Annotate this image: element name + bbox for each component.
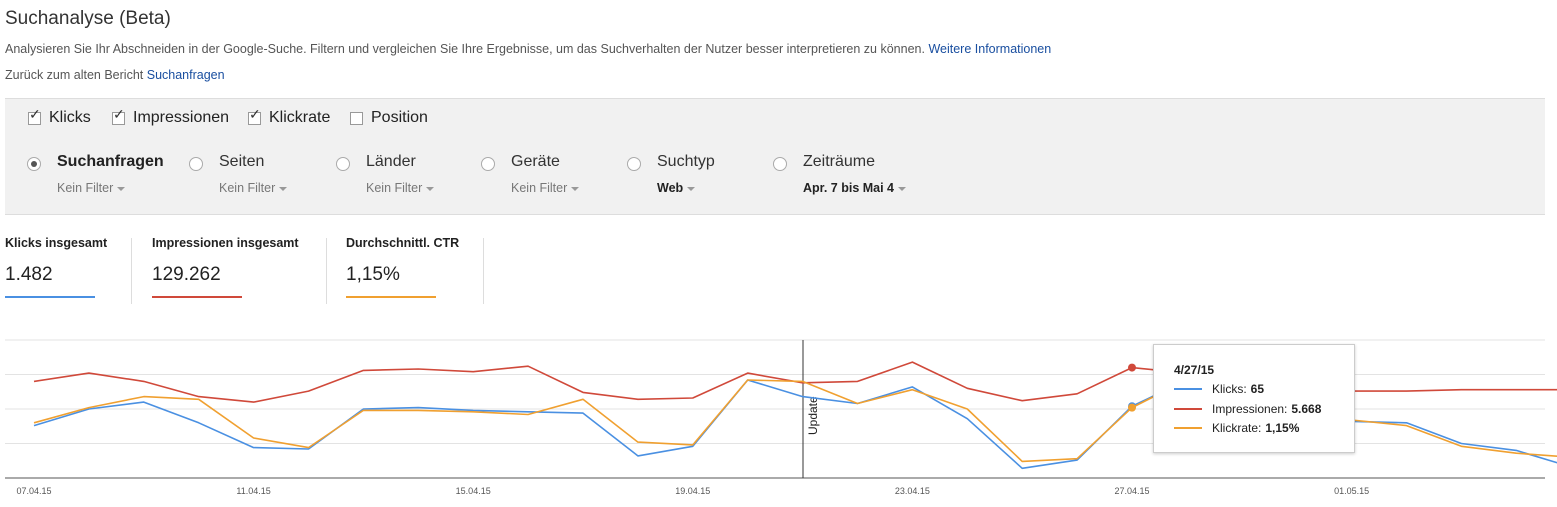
filter-dropdown[interactable]: Apr. 7 bis Mai 4	[803, 181, 907, 195]
checkbox-icon[interactable]: ✓	[248, 107, 261, 125]
filter-value: Kein Filter	[57, 181, 114, 195]
page-description: Analysieren Sie Ihr Abschneiden in der G…	[5, 42, 1051, 56]
x-tick-label: 15.04.15	[456, 486, 491, 496]
tooltip-series-value: 65	[1250, 382, 1265, 396]
annotation-label: Update	[806, 396, 820, 435]
radio-icon[interactable]	[773, 157, 787, 171]
filter-dropdown[interactable]: Kein Filter	[366, 181, 435, 195]
filter-dropdown[interactable]: Kein Filter	[219, 181, 288, 195]
metric-label: Impressionen insgesamt	[152, 236, 299, 250]
filter-value: Kein Filter	[366, 181, 423, 195]
caret-down-icon	[571, 186, 580, 191]
description-text: Analysieren Sie Ihr Abschneiden in der G…	[5, 42, 925, 56]
tooltip-date: 4/27/15	[1174, 363, 1215, 377]
tooltip-series-name: Klicks:	[1212, 382, 1247, 396]
dimension-label: Seiten	[219, 153, 265, 170]
dimension-label: Länder	[366, 153, 416, 170]
radio-icon[interactable]	[27, 157, 41, 171]
caret-down-icon	[426, 186, 435, 191]
legend-swatch	[1174, 388, 1202, 390]
checkbox-position[interactable]: Position	[350, 109, 428, 127]
tooltip-series-value: 1,15%	[1265, 421, 1300, 435]
tooltip-series-value: 5.668	[1291, 402, 1322, 416]
radio-icon[interactable]	[189, 157, 203, 171]
checkbox-impressionen[interactable]: ✓ Impressionen	[112, 107, 230, 127]
checkbox-icon[interactable]: ✓	[112, 107, 125, 125]
x-tick-label: 07.04.15	[16, 486, 51, 496]
metric-value: 1,15%	[346, 264, 400, 285]
metric-divider	[483, 238, 484, 304]
legend-swatch	[1174, 408, 1202, 410]
metric-divider	[326, 238, 327, 304]
caret-down-icon	[687, 186, 696, 191]
checkbox-klickrate[interactable]: ✓ Klickrate	[248, 107, 331, 127]
checkbox-icon[interactable]: ✓	[28, 107, 41, 125]
checkbox-klicks[interactable]: ✓ Klicks	[28, 107, 91, 127]
search-queries-link[interactable]: Suchanfragen	[147, 68, 225, 82]
filter-value: Kein Filter	[511, 181, 568, 195]
caret-down-icon	[898, 186, 907, 191]
metric-color-line	[346, 296, 436, 298]
back-text: Zurück zum alten Bericht	[5, 68, 144, 82]
dimension-label: Suchanfragen	[57, 153, 164, 170]
checkbox-icon[interactable]	[350, 111, 363, 125]
x-tick-label: 19.04.15	[675, 486, 710, 496]
filter-value: Web	[657, 181, 684, 195]
tooltip-row-clicks: Klicks: 65	[1174, 382, 1264, 396]
metric-label: Klicks insgesamt	[5, 236, 108, 250]
checkbox-label: Klicks	[49, 109, 91, 126]
filter-dropdown[interactable]: Web	[657, 181, 696, 195]
hover-point	[1128, 363, 1136, 372]
metric-checkbox-bar: ✓ Klicks ✓ Impressionen ✓ Klickrate Positio…	[5, 98, 1545, 140]
filter-value: Kein Filter	[219, 181, 276, 195]
metric-label: Durchschnittl. CTR	[346, 236, 460, 250]
tooltip-series-name: Impressionen:	[1212, 402, 1288, 416]
metric-value: 129.262	[152, 264, 221, 285]
metric-divider	[131, 238, 132, 304]
caret-down-icon	[279, 186, 288, 191]
metric-color-line	[152, 296, 242, 298]
chart-tooltip: 4/27/15 Klicks: 65 Impressionen: 5.668 Kli…	[1153, 344, 1355, 453]
filter-dropdown[interactable]: Kein Filter	[511, 181, 580, 195]
back-to-old-report: Zurück zum alten Bericht Suchanfragen	[5, 68, 225, 82]
tooltip-row-ctr: Klickrate: 1,15%	[1174, 421, 1299, 435]
filter-dropdown[interactable]: Kein Filter	[57, 181, 126, 195]
checkbox-label: Position	[371, 109, 428, 126]
tooltip-series-name: Klickrate:	[1212, 421, 1262, 435]
caret-down-icon	[117, 186, 126, 191]
metric-total-impressions[interactable]: Impressionen insgesamt 129.262	[152, 236, 299, 298]
checkbox-label: Klickrate	[269, 109, 331, 126]
filter-value: Apr. 7 bis Mai 4	[803, 181, 895, 195]
radio-icon[interactable]	[627, 157, 641, 171]
page-title: Suchanalyse (Beta)	[5, 8, 171, 29]
metric-color-line	[5, 296, 95, 298]
metric-avg-ctr[interactable]: Durchschnittl. CTR 1,15%	[346, 236, 459, 298]
x-tick-label: 01.05.15	[1334, 486, 1369, 496]
hover-point	[1128, 403, 1136, 412]
legend-swatch	[1174, 427, 1202, 429]
metric-value: 1.482	[5, 264, 53, 285]
radio-icon[interactable]	[481, 157, 495, 171]
checkbox-label: Impressionen	[133, 109, 230, 126]
dimension-label: Zeiträume	[803, 153, 876, 170]
dimension-label: Geräte	[511, 153, 560, 170]
tooltip-row-impressions: Impressionen: 5.668	[1174, 402, 1321, 416]
x-tick-label: 23.04.15	[895, 486, 930, 496]
radio-icon[interactable]	[336, 157, 350, 171]
dimension-bar: Suchanfragen Kein Filter Seiten Kein Fil…	[5, 139, 1545, 215]
x-tick-label: 11.04.15	[236, 486, 270, 496]
dimension-label: Suchtyp	[657, 153, 715, 170]
metric-total-clicks[interactable]: Klicks insgesamt 1.482	[5, 236, 107, 298]
x-tick-label: 27.04.15	[1114, 486, 1149, 496]
more-info-link[interactable]: Weitere Informationen	[928, 42, 1051, 56]
